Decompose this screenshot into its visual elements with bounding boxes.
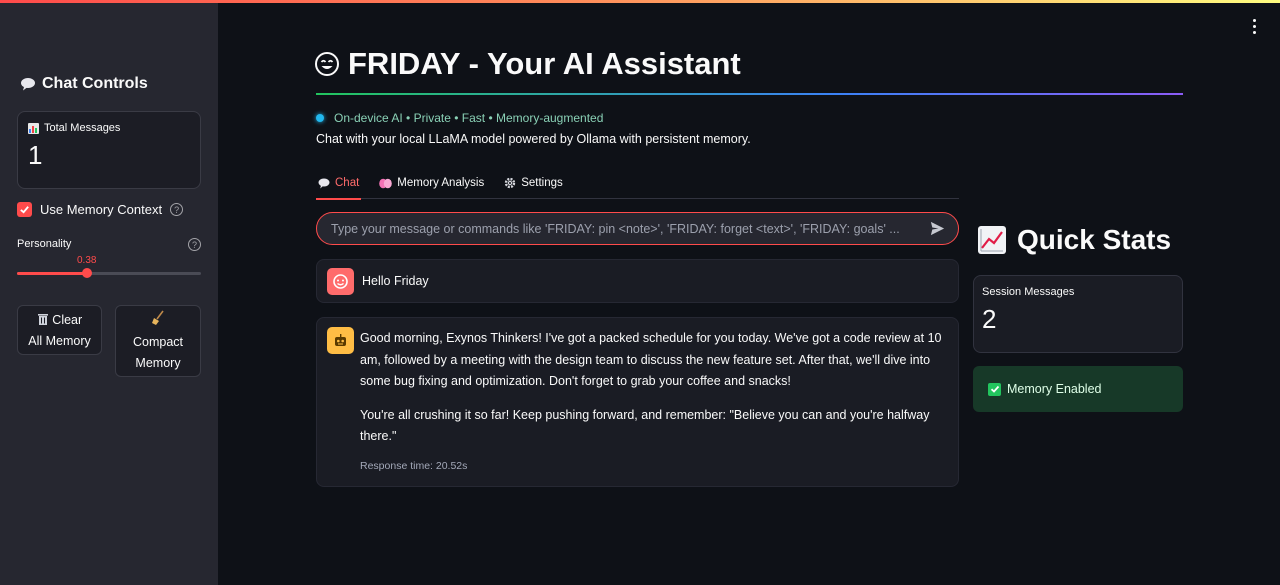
- page-title: FRIDAY - Your AI Assistant: [314, 46, 741, 82]
- compact-memory-button[interactable]: Compact Memory: [115, 305, 201, 377]
- bar-chart-icon: [28, 122, 39, 134]
- tab-settings[interactable]: Settings: [502, 167, 565, 199]
- tab-bar: Chat Memory Analysis Settings: [316, 167, 959, 200]
- assistant-message: Good morning, Exynos Thinkers! I've got …: [316, 317, 959, 487]
- chat-input[interactable]: [331, 221, 929, 236]
- title-divider: [316, 93, 1183, 95]
- gear-icon: [505, 177, 516, 189]
- brain-icon: [379, 178, 393, 188]
- user-face-icon: [333, 273, 348, 289]
- sidebar: Chat Controls Total Messages 1 Use Memor…: [0, 3, 218, 585]
- personality-value: 0.38: [77, 255, 97, 266]
- personality-label: Personality: [17, 238, 72, 250]
- tab-memory-analysis[interactable]: Memory Analysis: [377, 167, 486, 199]
- response-time: Response time: 20.52s: [360, 459, 468, 472]
- status-dot-icon: [316, 114, 324, 122]
- page-subtitle: Chat with your local LLaMA model powered…: [316, 132, 751, 146]
- metric-value: 1: [28, 140, 43, 170]
- assistant-message-paragraph: Good morning, Exynos Thinkers! I've got …: [360, 331, 942, 388]
- quick-stats-title: Quick Stats: [977, 224, 1171, 256]
- clear-memory-button[interactable]: Clear All Memory: [17, 305, 102, 355]
- user-message-text: Hello Friday: [362, 274, 429, 288]
- trash-icon: [37, 314, 48, 325]
- tab-chat[interactable]: Chat: [316, 167, 362, 200]
- total-messages-metric: Total Messages 1: [17, 111, 201, 189]
- use-memory-toggle-row: Use Memory Context ?: [17, 202, 184, 217]
- speech-bubble-icon: [21, 78, 35, 91]
- metric-label: Total Messages: [44, 122, 121, 134]
- checkmark-icon: [20, 206, 29, 214]
- session-messages-metric: Session Messages 2: [973, 275, 1183, 353]
- use-memory-checkbox[interactable]: [17, 202, 32, 217]
- speech-bubble-icon: [318, 178, 330, 188]
- use-memory-label: Use Memory Context: [40, 202, 163, 217]
- metric-label: Session Messages: [982, 286, 1075, 298]
- main-menu-icon[interactable]: [1244, 14, 1264, 38]
- robot-icon: [335, 334, 346, 346]
- sidebar-title: Chat Controls: [20, 75, 148, 93]
- chat-input-container: [316, 212, 959, 245]
- send-icon[interactable]: [929, 220, 946, 237]
- help-icon[interactable]: ?: [170, 203, 184, 216]
- personality-slider[interactable]: [17, 268, 201, 278]
- slider-fill: [17, 272, 87, 275]
- chart-increasing-icon: [978, 226, 1006, 254]
- tagline: On-device AI • Private • Fast • Memory-a…: [316, 111, 603, 125]
- metric-value: 2: [982, 304, 997, 334]
- assistant-avatar: [327, 327, 354, 354]
- broom-icon: [152, 310, 164, 325]
- help-icon[interactable]: ?: [188, 238, 201, 251]
- slider-thumb[interactable]: [81, 268, 92, 278]
- assistant-message-paragraph: You're all crushing it so far! Keep push…: [360, 407, 930, 444]
- user-avatar: [327, 267, 354, 295]
- memory-status-badge: Memory Enabled: [973, 366, 1183, 412]
- smiley-face-icon: [315, 52, 339, 76]
- user-message: Hello Friday: [316, 259, 959, 303]
- check-mark-icon: [988, 382, 1001, 396]
